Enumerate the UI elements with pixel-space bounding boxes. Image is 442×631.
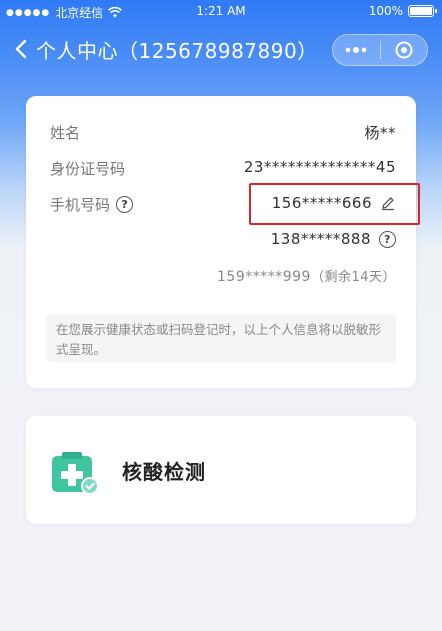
medical-kit-icon: [52, 452, 99, 495]
page-title: 个人中心（125678987890）: [36, 39, 318, 63]
phone-label: 手机号码: [50, 196, 111, 214]
tertiary-phone-row: 159*****999（剩余14天）: [50, 264, 396, 288]
back-button[interactable]: [10, 34, 32, 64]
battery-percent: 100%: [368, 4, 403, 18]
more-button[interactable]: [333, 35, 380, 65]
personal-info-card: 姓名 杨** 身份证号码 23**************45 手机号码 ? 1…: [26, 96, 416, 388]
mini-program-capsule: [332, 34, 428, 66]
name-row: 姓名 杨**: [50, 120, 396, 144]
edit-pencil-icon[interactable]: [380, 195, 396, 211]
help-icon[interactable]: ?: [116, 196, 134, 213]
nav-bar: 个人中心（125678987890）: [0, 28, 442, 72]
id-value: 23**************45: [243, 158, 396, 176]
tertiary-phone-remaining: （剩余14天）: [310, 270, 396, 285]
more-dots-icon: [345, 47, 367, 53]
secondary-phone-number: 138*****888: [270, 230, 371, 248]
tertiary-phone: 159*****999（剩余14天）: [217, 266, 396, 285]
id-row: 身份证号码 23**************45: [50, 156, 396, 180]
nucleic-acid-test-card[interactable]: 核酸检测: [26, 416, 416, 524]
tertiary-phone-number: 159*****999: [217, 269, 311, 285]
primary-phone-number: 156*****666: [271, 194, 372, 212]
nucleic-acid-test-label: 核酸检测: [122, 460, 206, 484]
name-value: 杨**: [364, 124, 396, 142]
name-label: 姓名: [50, 124, 81, 142]
primary-phone[interactable]: 156*****666: [272, 194, 396, 212]
secondary-phone[interactable]: 138*****888 ?: [271, 230, 396, 248]
battery-icon: [408, 5, 437, 17]
chevron-left-icon: [15, 39, 27, 59]
phone-row: 手机号码 ? 156*****666: [50, 192, 396, 216]
status-bar: ●●●●● 北京经信 1:21 AM 100%: [0, 0, 442, 22]
close-button[interactable]: [381, 35, 428, 65]
help-icon[interactable]: ?: [379, 230, 396, 248]
privacy-notice: 在您展示健康状态或扫码登记时，以上个人信息将以脱敏形式呈现。: [46, 314, 396, 362]
secondary-phone-row: 138*****888 ?: [50, 228, 396, 252]
phone-label-wrap: 手机号码 ?: [50, 194, 134, 215]
target-icon: [395, 41, 413, 59]
id-label: 身份证号码: [50, 160, 126, 178]
